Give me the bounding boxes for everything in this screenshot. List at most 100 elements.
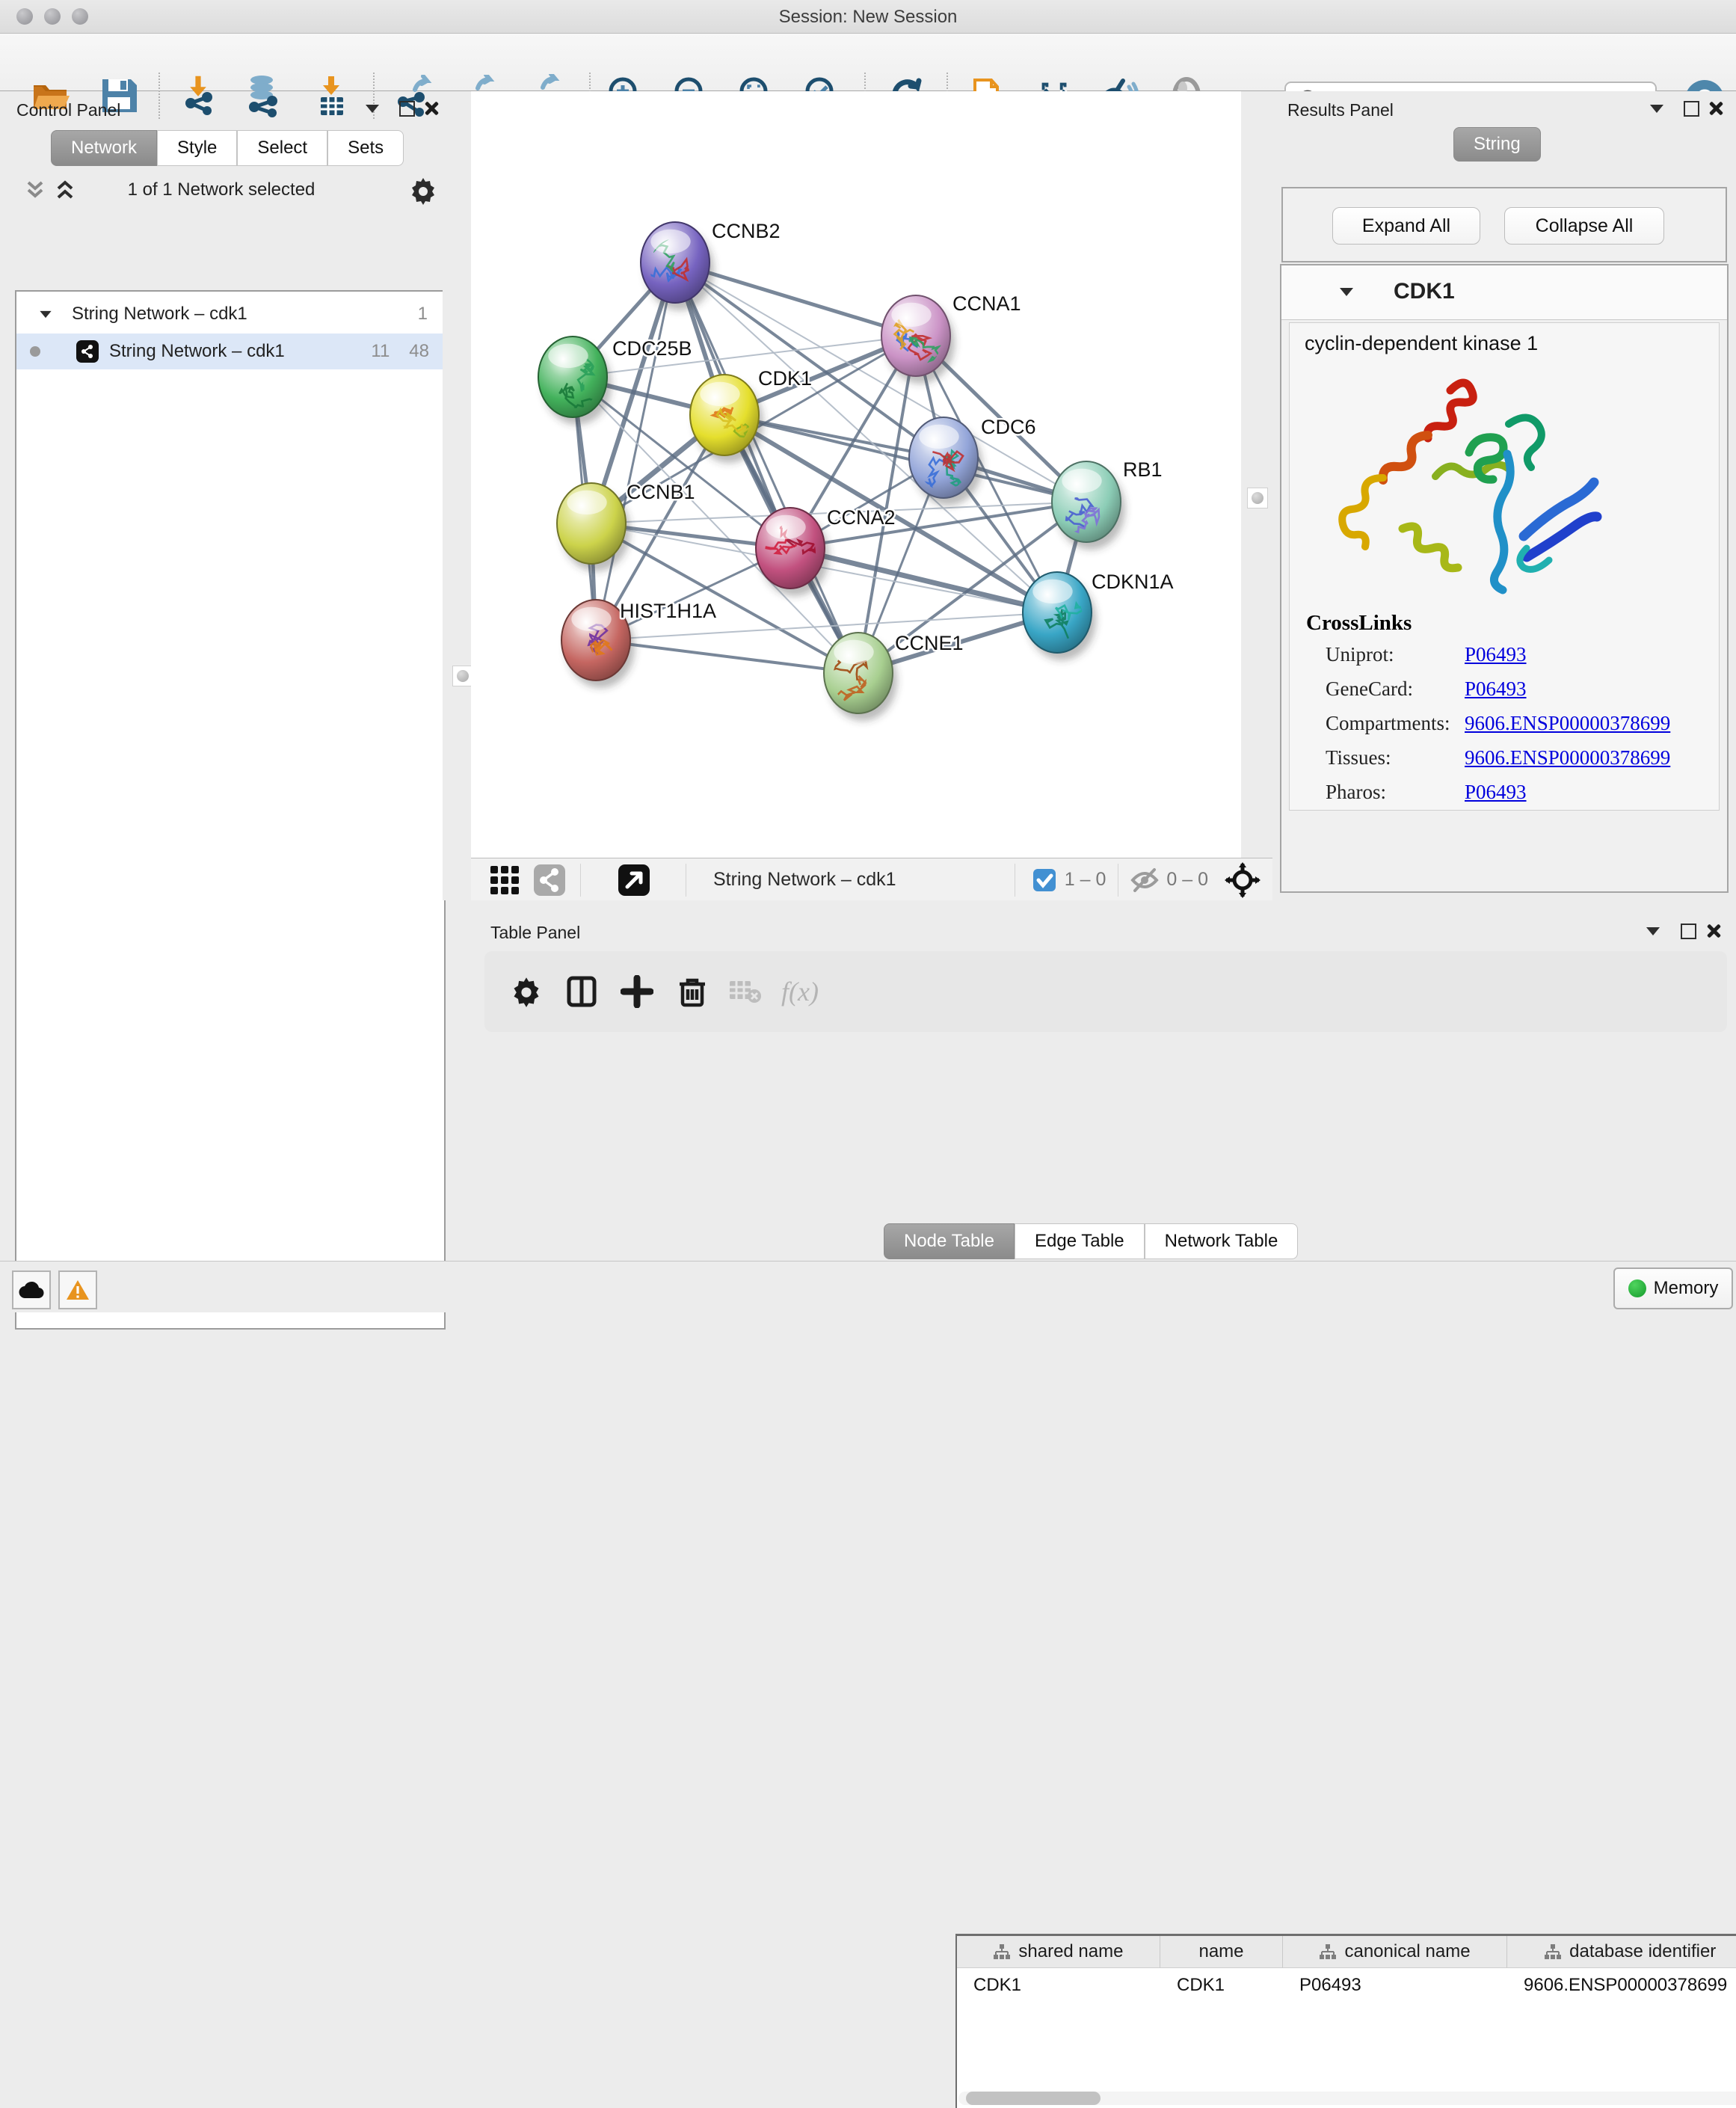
crosslink-value-link[interactable]: 9606.ENSP00000378699 [1465, 712, 1670, 735]
tree-expander-icon[interactable] [40, 310, 51, 317]
tab-edge-table[interactable]: Edge Table [1015, 1223, 1145, 1259]
add-column-button[interactable] [618, 972, 656, 1011]
pan-crosshair-button[interactable] [1225, 862, 1261, 898]
table-row[interactable]: CDK1CDK1P064939606.ENSP00000378699cyclin… [957, 1968, 1736, 2003]
selected-count: 1 – 0 [1065, 869, 1106, 891]
table-tabs: Node TableEdge TableNetwork Table [884, 1223, 1298, 1259]
edge-CCNB2-HIST1H1A[interactable] [596, 262, 675, 640]
network-view-type-button[interactable] [532, 863, 567, 897]
node-label-HIST1H1A: HIST1H1A [620, 600, 716, 622]
string-network-graph[interactable]: CCNB2CCNA1CDC25BCDK1CDC6RB1CCNB1CCNA2CDK… [471, 91, 1241, 858]
network-view-title: String Network – cdk1 [713, 869, 896, 891]
hidden-eye-icon[interactable] [1129, 867, 1160, 894]
node-CCNB1[interactable] [557, 483, 630, 571]
crosslink-row: Compartments:9606.ENSP00000378699 [1326, 712, 1699, 746]
results-panel-menu-button[interactable] [1650, 105, 1663, 113]
warnings-button[interactable] [58, 1270, 97, 1309]
tab-string[interactable]: String [1453, 127, 1541, 162]
show-columns-button[interactable] [562, 972, 601, 1011]
crosslink-value-link[interactable]: P06493 [1465, 643, 1527, 666]
gene-symbol: CDK1 [1394, 279, 1455, 304]
table-body: CDK1CDK1P064939606.ENSP00000378699cyclin… [957, 1968, 1736, 2003]
grid-view-button[interactable] [487, 863, 522, 897]
crosslink-value-link[interactable]: P06493 [1465, 677, 1527, 701]
control-panel-float-button[interactable] [399, 101, 415, 117]
network-row-selected[interactable]: String Network – cdk1 11 48 [16, 334, 444, 369]
node-CDC6[interactable] [909, 417, 982, 506]
memory-button[interactable]: Memory [1613, 1267, 1733, 1309]
results-panel-close-button[interactable] [1708, 101, 1723, 116]
column-header-name[interactable]: name [1160, 1936, 1283, 1967]
crosslink-value-link[interactable]: P06493 [1465, 781, 1527, 804]
cloud-icon [19, 1280, 44, 1300]
node-CCNA2[interactable] [756, 508, 829, 596]
column-header-canonical-name[interactable]: canonical name [1283, 1936, 1507, 1967]
table-header-row: shared namenamecanonical namedatabase id… [957, 1936, 1736, 1968]
table-cell[interactable]: CDK1 [957, 1975, 1160, 1996]
table-cell[interactable]: 9606.ENSP00000378699 [1507, 1975, 1736, 1996]
node-table[interactable]: shared namenamecanonical namedatabase id… [955, 1934, 1736, 2108]
tab-sets[interactable]: Sets [327, 130, 404, 166]
tab-select[interactable]: Select [237, 130, 327, 166]
column-mapping-icon [1319, 1943, 1337, 1960]
crosslink-label: Pharos: [1326, 781, 1465, 804]
network-selection-status: 1 of 1 Network selected [0, 179, 443, 200]
tab-style[interactable]: Style [157, 130, 237, 166]
table-panel-close-button[interactable] [1706, 924, 1721, 938]
right-splitter-handle[interactable] [1247, 488, 1268, 508]
tab-network-table[interactable]: Network Table [1145, 1223, 1299, 1259]
table-panel-float-button[interactable] [1681, 924, 1696, 939]
table-settings-button[interactable] [507, 972, 546, 1011]
results-panel-float-button[interactable] [1684, 101, 1699, 117]
table-cell[interactable]: P06493 [1283, 1975, 1507, 1996]
tab-network[interactable]: Network [51, 130, 157, 166]
section-collapse-icon[interactable] [1340, 288, 1353, 296]
node-label-CCNA2: CCNA2 [827, 506, 896, 529]
expand-all-results-button[interactable]: Expand All [1332, 207, 1480, 245]
scrollbar-thumb[interactable] [966, 2092, 1101, 2105]
right-splitter[interactable] [1241, 91, 1275, 858]
birdseye-toggle-button[interactable] [617, 863, 651, 897]
node-CDKN1A[interactable] [1023, 572, 1096, 660]
crosslink-row: GeneCard:P06493 [1326, 677, 1699, 712]
node-CCNE1[interactable] [824, 633, 897, 721]
crosslink-value-link[interactable]: 9606.ENSP00000378699 [1465, 746, 1670, 769]
column-header-database-identifier[interactable]: database identifier [1507, 1936, 1736, 1967]
node-CDC25B[interactable] [538, 337, 612, 425]
gene-detail-box: cyclin-dependent kinase 1 CrossLin [1289, 322, 1720, 811]
column-header-shared-name[interactable]: shared name [957, 1936, 1160, 1967]
table-panel-menu-button[interactable] [1646, 927, 1660, 935]
table-horizontal-scrollbar[interactable] [958, 2092, 1736, 2105]
node-count: 11 [371, 341, 390, 362]
network-canvas[interactable]: CCNB2CCNA1CDC25BCDK1CDC6RB1CCNB1CCNA2CDK… [471, 91, 1241, 858]
crosslink-label: Tissues: [1326, 746, 1465, 769]
control-panel-menu-button[interactable] [366, 105, 379, 113]
control-panel-close-button[interactable] [424, 101, 439, 116]
delete-column-button[interactable] [673, 972, 712, 1011]
tab-node-table[interactable]: Node Table [884, 1223, 1015, 1259]
edge-HIST1H1A-CCNE1[interactable] [596, 640, 858, 673]
node-CDK1[interactable] [690, 375, 763, 463]
node-label-CDC6: CDC6 [981, 416, 1036, 438]
delete-table-button-disabled [725, 972, 764, 1011]
gene-section-header[interactable]: CDK1 [1281, 265, 1727, 320]
crosslink-label: Compartments: [1326, 712, 1465, 735]
node-label-RB1: RB1 [1123, 458, 1163, 481]
node-CCNB2[interactable] [641, 222, 714, 310]
network-panel-gear-button[interactable] [408, 175, 438, 205]
left-splitter-handle[interactable] [452, 666, 473, 686]
network-collection-row[interactable]: String Network – cdk1 1 [16, 296, 444, 332]
collapse-all-results-button[interactable]: Collapse All [1504, 207, 1664, 245]
node-RB1[interactable] [1052, 461, 1125, 550]
left-splitter[interactable] [443, 91, 472, 900]
control-panel-title: Control Panel [16, 100, 120, 120]
cloud-status-button[interactable] [12, 1270, 51, 1309]
table-cell[interactable]: CDK1 [1160, 1975, 1283, 1996]
selected-checkbox[interactable] [1032, 867, 1057, 893]
status-bar: Memory [0, 1261, 1736, 1312]
control-panel: Control Panel NetworkStyleSelectSets 1 o… [0, 91, 443, 1261]
warning-icon [65, 1279, 90, 1301]
memory-label: Memory [1654, 1278, 1719, 1299]
crosslink-row: Pharos:P06493 [1326, 781, 1699, 815]
node-CCNA1[interactable] [881, 295, 955, 384]
